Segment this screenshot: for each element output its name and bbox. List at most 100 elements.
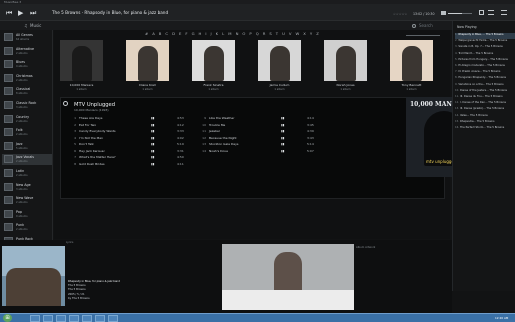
letter-s[interactable]: S xyxy=(269,31,271,36)
track-row[interactable]: 1 These Are Days ▮▮ 4:53 xyxy=(71,116,191,122)
letter-b[interactable]: B xyxy=(159,31,162,36)
track-row[interactable]: 13 Stockton Gala Days ▮▮ 5:14 xyxy=(201,142,321,148)
equalizer-icon[interactable] xyxy=(479,10,484,15)
genre-item[interactable]: All Genres 64 albums xyxy=(2,32,52,43)
track-rating-icon[interactable]: ▮▮ xyxy=(281,142,284,146)
letter-e[interactable]: E xyxy=(179,31,181,36)
volume-icon[interactable] xyxy=(441,11,446,15)
playlist-item[interactable]: 5. Pictures from Hungary... The 5 Browns xyxy=(455,58,515,64)
track-rating-icon[interactable]: ▮▮ xyxy=(151,136,154,140)
artist-tile[interactable]: Jamie Cullum 1 album xyxy=(258,40,301,95)
genre-item[interactable]: Punk 2 albums xyxy=(2,222,52,233)
track-rating-icon[interactable]: ▮▮ xyxy=(281,136,284,140)
taskbar-musicbee[interactable] xyxy=(69,315,79,322)
menu-icon[interactable] xyxy=(501,10,507,15)
volume-slider[interactable] xyxy=(448,13,472,14)
track-rating-icon[interactable]: ▮▮ xyxy=(281,116,284,120)
letter-z[interactable]: Z xyxy=(316,31,319,36)
artist-tile[interactable]: Frank Sinatra 1 album xyxy=(192,40,235,95)
letter-hash[interactable]: # xyxy=(145,31,148,36)
taskbar-app5[interactable] xyxy=(82,315,92,322)
letter-f[interactable]: F xyxy=(185,31,187,36)
letter-n[interactable]: N xyxy=(236,31,239,36)
genre-item[interactable]: Jazz Vocals 2 albums xyxy=(2,154,52,166)
track-rating-icon[interactable]: ▮▮ xyxy=(151,116,154,120)
letter-p[interactable]: P xyxy=(249,31,251,36)
taskbar-media[interactable] xyxy=(56,315,66,322)
letter-t[interactable]: T xyxy=(276,31,278,36)
playlist-item[interactable]: 6. El Allegro moderato... The 5 Browns xyxy=(455,64,515,70)
track-row[interactable]: 9 Like the Weather ▮▮ 4:14 xyxy=(201,116,321,122)
playlist-item[interactable]: 4. Troll March... The 5 Browns xyxy=(455,52,515,58)
artist-tile[interactable]: Diana Krall 1 album xyxy=(126,40,169,95)
view-slider[interactable] xyxy=(406,35,440,36)
playlist-item[interactable]: 3. Sonate in B, Op. 7... The 5 Browns xyxy=(455,45,515,51)
music-tab[interactable]: Music xyxy=(30,23,41,28)
letter-i[interactable]: I xyxy=(205,31,206,36)
track-row[interactable]: 3 Candy Everybody Wants ▮▮ 3:33 xyxy=(71,129,191,135)
letter-o[interactable]: O xyxy=(242,31,245,36)
playlist-item[interactable]: 14. Valse... The 5 Browns xyxy=(455,114,515,120)
playlist-item[interactable]: 2. Walpurgisnacht Fanta... The 5 Browns xyxy=(455,39,515,45)
track-rating-icon[interactable]: ▮▮ xyxy=(151,162,154,166)
genre-item[interactable]: Latin 2 albums xyxy=(2,168,52,179)
playlist-item[interactable]: 15. Rhapsodie... The 5 Browns xyxy=(455,120,515,126)
playlist-item[interactable]: 11. III. Danse du Fou... The 5 Browns xyxy=(455,95,515,101)
playlist-item[interactable]: 7. IV. Presto vivace... The 5 Browns xyxy=(455,70,515,76)
track-rating-icon[interactable]: ▮▮ xyxy=(151,155,154,159)
track-rating-icon[interactable]: ▮▮ xyxy=(281,129,284,133)
playlist-item[interactable]: 13. III. Danse (presto)... The 5 Browns xyxy=(455,107,515,113)
genre-item[interactable]: Classic Rock 3 albums xyxy=(2,100,52,111)
letter-x[interactable]: X xyxy=(303,31,306,36)
letter-u[interactable]: U xyxy=(282,31,285,36)
genre-item[interactable]: Classical 8 albums xyxy=(2,86,52,97)
track-rating-icon[interactable]: ▮▮ xyxy=(151,129,154,133)
artist-tile[interactable]: Norah Jones 1 album xyxy=(324,40,367,95)
letter-m[interactable]: M xyxy=(228,31,231,36)
track-row[interactable]: 8 Gold Rush Brides ▮▮ 4:11 xyxy=(71,162,191,168)
letter-r[interactable]: R xyxy=(263,31,266,36)
track-rating-icon[interactable]: ▮▮ xyxy=(151,123,154,127)
letter-h[interactable]: H xyxy=(199,31,202,36)
letter-d[interactable]: D xyxy=(172,31,175,36)
letter-k[interactable]: K xyxy=(216,31,219,36)
taskbar-browser[interactable] xyxy=(43,315,53,322)
shuffle-icon[interactable] xyxy=(488,10,494,15)
track-row[interactable]: 5 Don't Talk ▮▮ 5:19 xyxy=(71,142,191,148)
letter-y[interactable]: Y xyxy=(310,31,312,36)
artist-tile[interactable]: Tony Bennett 1 album xyxy=(390,40,433,95)
track-row[interactable]: 12 Because the Night ▮▮ 3:43 xyxy=(201,136,321,142)
genre-item[interactable]: New Age 3 albums xyxy=(2,182,52,193)
genre-item[interactable]: New Wave 2 albums xyxy=(2,195,52,206)
letter-w[interactable]: W xyxy=(295,31,299,36)
track-row[interactable]: 11 Jezebel ▮▮ 4:39 xyxy=(201,129,321,135)
genre-item[interactable]: Blues 4 albums xyxy=(2,59,52,70)
track-rating-icon[interactable]: ▮▮ xyxy=(151,149,154,153)
genre-item[interactable]: Pop 9 albums xyxy=(2,209,52,220)
playlist-item[interactable]: 9. Variations on a the... The 5 Browns xyxy=(455,83,515,89)
genre-item[interactable]: Christmas 2 albums xyxy=(2,73,52,84)
taskbar-app7[interactable] xyxy=(108,315,118,322)
letter-v[interactable]: V xyxy=(289,31,292,36)
letter-l[interactable]: L xyxy=(222,31,224,36)
letter-c[interactable]: C xyxy=(165,31,168,36)
genre-item[interactable]: Country 2 albums xyxy=(2,114,52,125)
letter-q[interactable]: Q xyxy=(256,31,259,36)
rating-stars[interactable]: ☆☆☆☆☆ xyxy=(393,12,407,16)
previous-button[interactable]: ⏮ xyxy=(6,9,12,17)
genre-item[interactable]: Alternative 2 albums xyxy=(2,46,52,57)
playlist-item[interactable]: 16. The Perfect Storm... The 5 Browns xyxy=(455,126,515,132)
letter-j[interactable]: J xyxy=(211,31,212,36)
genre-item[interactable]: Folk 2 albums xyxy=(2,127,52,138)
start-button[interactable]: ⊞ xyxy=(3,314,12,322)
search-icon[interactable] xyxy=(412,24,416,28)
track-row[interactable]: 7 What's the Matter Here? ▮▮ 4:50 xyxy=(71,155,191,161)
track-rating-icon[interactable]: ▮▮ xyxy=(281,123,284,127)
playlist-item[interactable]: 1. Rhapsody in Blue, ... The 5 Browns xyxy=(455,33,515,39)
playlist-item[interactable]: 12. I. Danse of the Dan... The 5 Browns xyxy=(455,101,515,107)
next-button[interactable]: ⏭ xyxy=(30,9,36,17)
playlist-item[interactable]: 8. Hungarian Rhapsody... The 5 Browns xyxy=(455,76,515,82)
taskbar-explorer[interactable] xyxy=(30,315,40,322)
search-input[interactable]: Search xyxy=(419,23,433,28)
taskbar-app6[interactable] xyxy=(95,315,105,322)
